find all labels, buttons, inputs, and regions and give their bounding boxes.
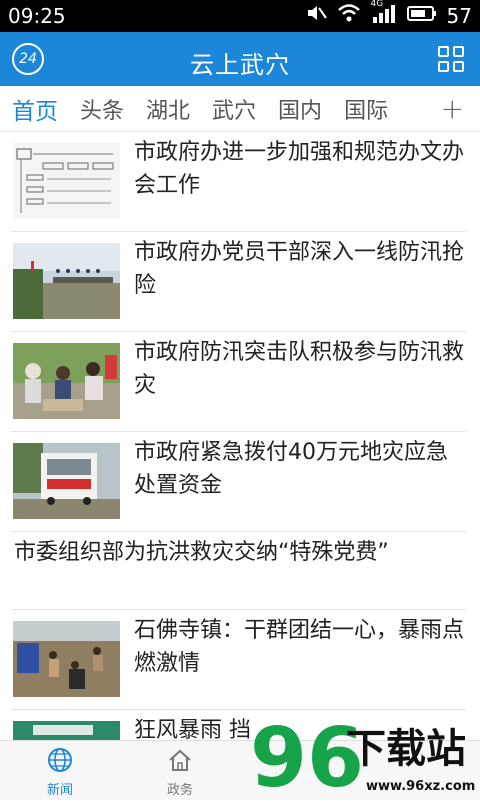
- mute-icon: [305, 3, 327, 28]
- tab-international[interactable]: 国际: [344, 93, 388, 125]
- news-thumbnail: [13, 443, 120, 519]
- tab-domestic[interactable]: 国内: [278, 93, 322, 125]
- tab-wuxue[interactable]: 武穴: [212, 93, 256, 125]
- news-thumbnail: [13, 143, 120, 219]
- news-thumbnail: [13, 721, 120, 740]
- news-title: 市政府防汛突击队积极参与防汛救灾: [134, 340, 465, 398]
- news-thumbnail: [13, 621, 120, 697]
- news-item[interactable]: 市政府办进一步加强和规范办文办会工作: [12, 132, 466, 232]
- wifi-icon: [337, 3, 361, 28]
- grid-menu-icon[interactable]: [438, 46, 464, 72]
- globe-icon: [47, 748, 73, 777]
- nav-news[interactable]: 新闻: [15, 747, 105, 798]
- tab-home[interactable]: 首页: [12, 92, 58, 126]
- watermark-logo: 96 下载站 www.96xz.com: [250, 711, 480, 804]
- news-item[interactable]: 市委组织部为抗洪救灾交纳“特殊党费”: [12, 532, 466, 610]
- battery-icon: [406, 3, 437, 28]
- news-title: 市委组织部为抗洪救灾交纳“特殊党费”: [14, 540, 389, 565]
- news-thumbnail: [13, 343, 120, 419]
- watermark-url: www.96xz.com: [366, 779, 475, 794]
- add-tab-button[interactable]: +: [441, 92, 464, 125]
- category-tabs: 首页 头条 湖北 武穴 国内 国际 +: [0, 86, 480, 132]
- app-header: 24 云上武穴: [0, 32, 480, 86]
- nav-news-label: 新闻: [46, 783, 73, 798]
- status-bar: 09:25 4G 57: [0, 0, 480, 32]
- tab-hubei[interactable]: 湖北: [146, 93, 190, 125]
- page-title: 云上武穴: [190, 51, 290, 79]
- news-item[interactable]: 市政府防汛突击队积极参与防汛救灾: [12, 332, 466, 432]
- signal-icon: 4G: [370, 0, 397, 28]
- status-time: 09:25: [8, 4, 66, 28]
- news-thumbnail: [13, 243, 120, 319]
- news-feed[interactable]: 市政府办进一步加强和规范办文办会工作 市政府办党员干部深入一线防汛抢险 市政府防…: [0, 132, 480, 740]
- news-title: 市政府紧急拨付40万元地灾应急处置资金: [134, 440, 448, 498]
- tab-headlines[interactable]: 头条: [80, 93, 124, 125]
- news-item[interactable]: 市政府紧急拨付40万元地灾应急处置资金: [12, 432, 466, 532]
- news-title: 石佛寺镇：干群团结一心，暴雨点燃激情: [134, 618, 465, 676]
- news-item[interactable]: 市政府办党员干部深入一线防汛抢险: [12, 232, 466, 332]
- status-icons: 4G 57: [305, 0, 472, 28]
- news-item[interactable]: 石佛寺镇：干群团结一心，暴雨点燃激情: [12, 610, 466, 710]
- news-title: 市政府办进一步加强和规范办文办会工作: [134, 140, 465, 198]
- battery-level: 57: [446, 3, 472, 28]
- nav-government-label: 政务: [166, 783, 193, 798]
- network-type: 4G: [370, 0, 384, 9]
- watermark-text: 下载站: [346, 726, 466, 772]
- news-title: 市政府办党员干部深入一线防汛抢险: [134, 240, 465, 298]
- nav-government[interactable]: 政务: [135, 747, 225, 798]
- home-icon: [167, 749, 193, 777]
